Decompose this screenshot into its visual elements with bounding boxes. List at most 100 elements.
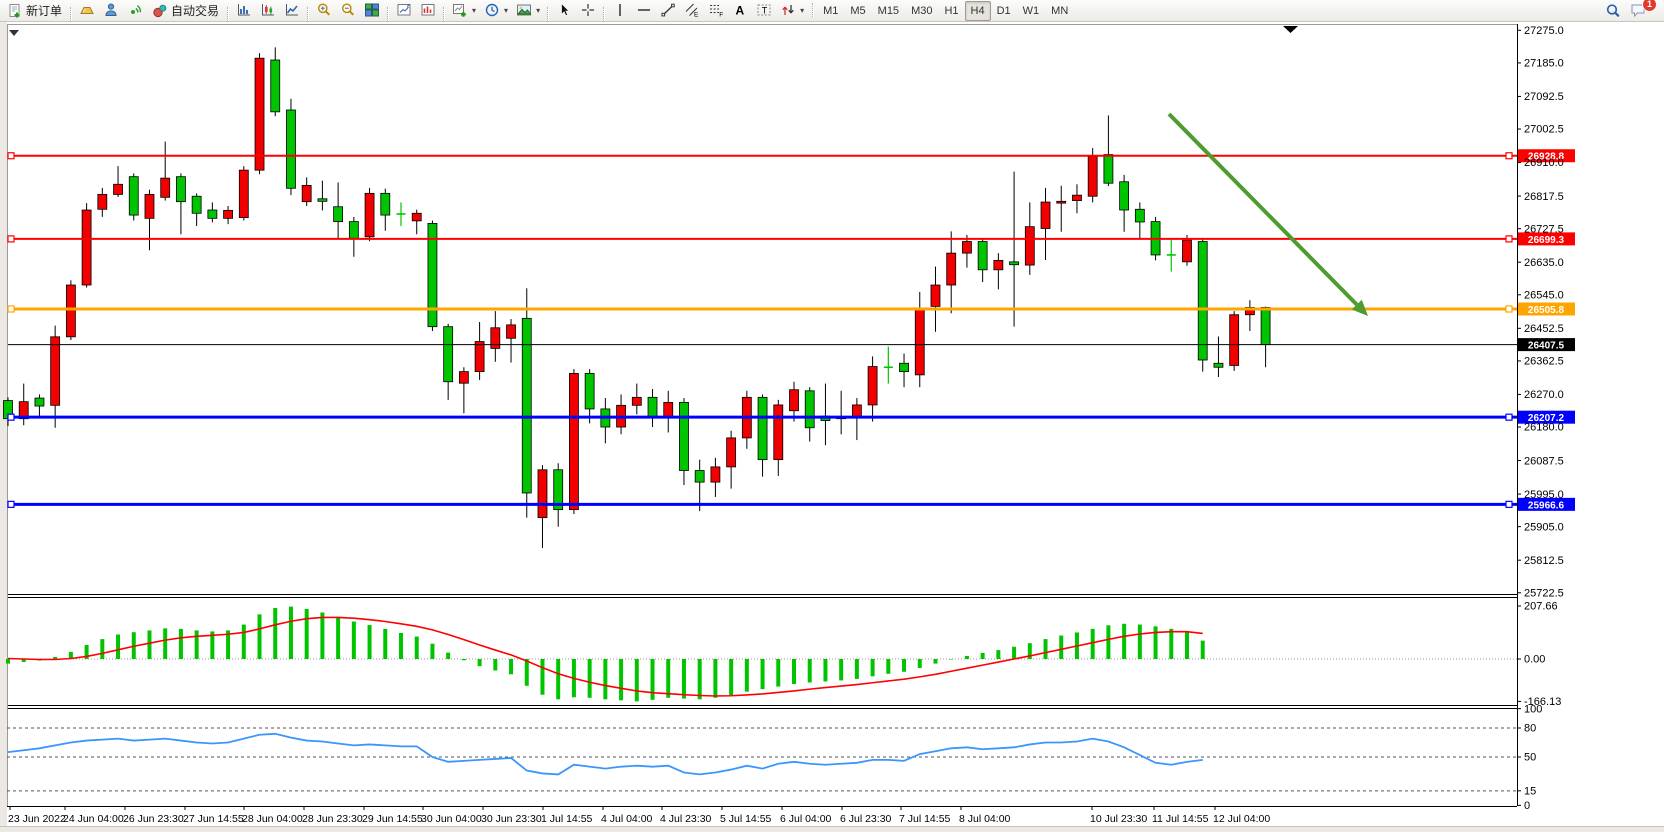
ingot-button[interactable] xyxy=(75,0,99,20)
timeframe-m1-button[interactable]: M1 xyxy=(817,1,844,21)
dropdown-caret-icon: ▾ xyxy=(800,6,804,15)
svg-text:30 Jun 04:00: 30 Jun 04:00 xyxy=(421,813,482,825)
new-chart-icon xyxy=(420,2,436,18)
add-indicator-button[interactable]: ▾ xyxy=(448,0,480,20)
svg-text:26727.5: 26727.5 xyxy=(1524,223,1564,235)
timeframe-m15-button[interactable]: M15 xyxy=(872,1,905,21)
svg-text:0: 0 xyxy=(1524,800,1530,812)
svg-text:80: 80 xyxy=(1524,723,1536,735)
indicator-list-icon xyxy=(396,2,412,18)
svg-text:27275.0: 27275.0 xyxy=(1524,25,1564,37)
dropdown-caret-icon: ▾ xyxy=(472,6,476,15)
svg-text:25905.0: 25905.0 xyxy=(1524,521,1564,533)
channel-button[interactable]: E xyxy=(680,0,704,20)
timeframe-d1-button[interactable]: D1 xyxy=(991,1,1017,21)
svg-text:26 Jun 23:30: 26 Jun 23:30 xyxy=(123,813,184,825)
template-button[interactable]: ▾ xyxy=(512,0,544,20)
new-order-icon xyxy=(7,3,23,19)
svg-text:25722.5: 25722.5 xyxy=(1524,588,1564,600)
zoom-out-icon xyxy=(340,2,356,18)
svg-text:11 Jul 14:55: 11 Jul 14:55 xyxy=(1152,813,1209,825)
candle-chart-button[interactable] xyxy=(256,0,280,20)
timeframe-m5-button[interactable]: M5 xyxy=(844,1,871,21)
add-indicator-icon xyxy=(452,2,468,18)
message-count-badge: 1 xyxy=(1642,0,1657,12)
svg-text:26635.0: 26635.0 xyxy=(1524,257,1564,269)
timeframe-m30-button[interactable]: M30 xyxy=(905,1,938,21)
chart-background xyxy=(0,22,1664,832)
trend-line-button[interactable] xyxy=(656,0,680,20)
periods-button[interactable]: ▾ xyxy=(480,0,512,20)
svg-text:24 Jun 04:00: 24 Jun 04:00 xyxy=(63,813,124,825)
svg-text:F: F xyxy=(719,12,723,19)
arrows-button[interactable]: ▾ xyxy=(776,0,808,20)
timeframe-w1-button[interactable]: W1 xyxy=(1017,1,1046,21)
text-label-icon: T xyxy=(756,2,772,18)
crosshair-button[interactable] xyxy=(576,0,600,20)
svg-text:26505.8: 26505.8 xyxy=(1528,305,1565,316)
tile-windows-icon xyxy=(364,2,380,18)
line-chart-button[interactable] xyxy=(280,0,304,20)
text-label-button[interactable]: T xyxy=(752,0,776,20)
chart-canvas[interactable]: JPN225-,H4 26510.0 26512.5 26345.0 26407… xyxy=(0,0,1664,832)
timeframe-h4-button[interactable]: H4 xyxy=(965,1,991,21)
toolbar-grip xyxy=(812,3,814,17)
svg-text:26910.0: 26910.0 xyxy=(1524,157,1564,169)
svg-text:8 Jul 04:00: 8 Jul 04:00 xyxy=(959,813,1011,825)
svg-text:26362.5: 26362.5 xyxy=(1524,356,1564,368)
svg-text:30 Jun 23:30: 30 Jun 23:30 xyxy=(481,813,542,825)
bar-chart-button[interactable] xyxy=(232,0,256,20)
zoom-out-button[interactable] xyxy=(336,0,360,20)
toolbar-grip xyxy=(547,7,549,21)
template-icon xyxy=(516,2,532,18)
svg-text:1 Jul 14:55: 1 Jul 14:55 xyxy=(541,813,593,825)
svg-text:207.66: 207.66 xyxy=(1524,601,1558,613)
trend-line-icon xyxy=(660,2,676,18)
mt4-window: 新订单 自动交易 ▾ ▾ ▾ E F AT ▾ M1M5M15M30H1H4D1W1MN 1… xyxy=(0,0,1664,832)
line-chart-icon xyxy=(284,2,300,18)
text-button[interactable]: A xyxy=(728,0,752,20)
svg-text:26452.5: 26452.5 xyxy=(1524,323,1564,335)
toolbar-grip xyxy=(70,7,72,21)
zoom-in-button[interactable] xyxy=(312,0,336,20)
text-icon: A xyxy=(732,2,748,18)
svg-text:4 Jul 04:00: 4 Jul 04:00 xyxy=(601,813,653,825)
cursor-button[interactable] xyxy=(552,0,576,20)
svg-text:26817.5: 26817.5 xyxy=(1524,191,1564,203)
new-chart-button[interactable] xyxy=(416,0,440,20)
svg-text:E: E xyxy=(694,12,699,19)
candle-chart-icon xyxy=(260,2,276,18)
svg-text:29 Jun 14:55: 29 Jun 14:55 xyxy=(362,813,423,825)
tile-windows-button[interactable] xyxy=(360,0,384,20)
svg-text:27185.0: 27185.0 xyxy=(1524,58,1564,70)
bar-chart-icon xyxy=(236,2,252,18)
svg-text:25995.0: 25995.0 xyxy=(1524,489,1564,501)
timeframe-h1-button[interactable]: H1 xyxy=(938,1,964,21)
periods-icon xyxy=(484,2,500,18)
svg-text:4 Jul 23:30: 4 Jul 23:30 xyxy=(660,813,712,825)
svg-text:26407.5: 26407.5 xyxy=(1528,341,1565,352)
toolbar-grip xyxy=(227,7,229,21)
svg-text:23 Jun 2022: 23 Jun 2022 xyxy=(8,813,66,825)
channel-icon: E xyxy=(684,2,700,18)
profile-button[interactable] xyxy=(99,0,123,20)
search-button[interactable] xyxy=(1601,1,1625,21)
dropdown-caret-icon: ▾ xyxy=(536,6,540,15)
auto-trading-icon xyxy=(152,3,168,19)
indicator-list-button[interactable] xyxy=(392,0,416,20)
signal-icon xyxy=(127,2,143,18)
timeframe-mn-button[interactable]: MN xyxy=(1045,1,1074,21)
toolbar-grip xyxy=(387,7,389,21)
horizontal-line-button[interactable] xyxy=(632,0,656,20)
fibonacci-icon: F xyxy=(708,2,724,18)
svg-text:27002.5: 27002.5 xyxy=(1524,124,1564,136)
svg-text:100: 100 xyxy=(1524,703,1542,715)
new-order-button[interactable]: 新订单 xyxy=(3,1,66,21)
signal-button[interactable] xyxy=(123,0,147,20)
svg-text:26180.0: 26180.0 xyxy=(1524,422,1564,434)
toolbar-grip xyxy=(443,7,445,21)
svg-text:0.00: 0.00 xyxy=(1524,654,1545,666)
vertical-line-button[interactable] xyxy=(608,0,632,20)
auto-trading-button[interactable]: 自动交易 xyxy=(148,1,223,21)
fibonacci-button[interactable]: F xyxy=(704,0,728,20)
